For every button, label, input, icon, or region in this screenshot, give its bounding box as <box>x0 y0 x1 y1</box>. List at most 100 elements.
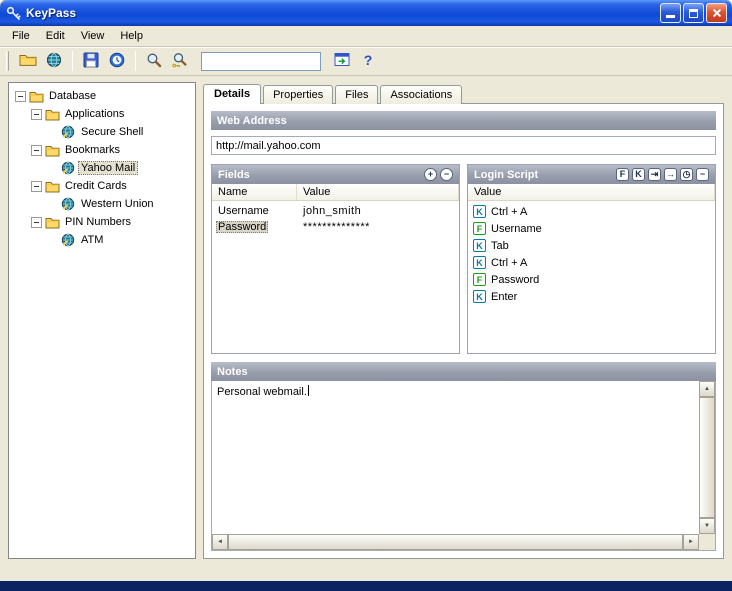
app-window: KeyPass File Edit View Help ? Database Appli… <box>0 0 732 591</box>
field-row[interactable]: Password ************** <box>212 219 459 235</box>
remove-step-button[interactable]: − <box>696 168 709 181</box>
tab-files[interactable]: Files <box>335 85 379 104</box>
column-name[interactable]: Name <box>212 184 297 200</box>
maximize-icon <box>689 8 698 18</box>
column-script-value[interactable]: Value <box>468 184 715 200</box>
field-name: Username <box>212 205 297 217</box>
search-button[interactable] <box>141 49 167 73</box>
tree-expander[interactable] <box>31 108 42 120</box>
script-item[interactable]: K Ctrl + A <box>468 203 715 220</box>
hscroll-thumb[interactable] <box>228 534 683 550</box>
minimize-button[interactable] <box>660 3 681 23</box>
tree-item-label: Applications <box>65 108 125 120</box>
tree-item-atm[interactable]: ATM <box>11 231 193 249</box>
tree-item-database[interactable]: Database <box>11 87 193 105</box>
save-button[interactable] <box>78 49 104 73</box>
notes-vscrollbar[interactable]: ▲ ▼ <box>699 381 715 534</box>
menu-view[interactable]: View <box>73 28 113 44</box>
globe-icon <box>46 52 62 71</box>
fields-rows: Username john_smith Password ************** <box>212 201 459 353</box>
open-folder-button[interactable] <box>15 49 41 73</box>
fields-panel: Fields + − Name Value Username john_smith P… <box>211 164 460 354</box>
tree-expander[interactable] <box>31 180 42 192</box>
script-items: K Ctrl + A F Username K Tab K Ctrl + A F Password… <box>468 201 715 353</box>
tree-expander[interactable] <box>31 144 42 156</box>
tree-item-pin-numbers[interactable]: PIN Numbers <box>11 213 193 231</box>
add-field-button[interactable]: + <box>424 168 437 181</box>
search-icon <box>146 52 162 71</box>
field-row[interactable]: Username john_smith <box>212 203 459 219</box>
tree-expander[interactable] <box>31 216 42 228</box>
scrollbar-corner <box>699 534 715 550</box>
close-button[interactable] <box>706 3 727 23</box>
notes-hscrollbar[interactable]: ◄ ► <box>212 534 699 550</box>
close-icon <box>712 8 722 18</box>
notes-box[interactable]: Personal webmail. ▲ ▼ ◄ ► <box>211 381 716 551</box>
scroll-up-button[interactable]: ▲ <box>699 381 715 397</box>
tree-item-western-union[interactable]: Western Union <box>11 195 193 213</box>
tree-item-label: ATM <box>81 234 104 246</box>
folder-icon <box>29 89 46 103</box>
script-item[interactable]: F Username <box>468 220 715 237</box>
field-value: ************** <box>303 221 370 233</box>
scroll-left-button[interactable]: ◄ <box>212 534 228 550</box>
login-script-title: Login Script <box>474 168 539 181</box>
window-title: KeyPass <box>26 6 77 20</box>
remove-field-button[interactable]: − <box>440 168 453 181</box>
menu-help[interactable]: Help <box>112 28 151 44</box>
tree-item-yahoo-mail[interactable]: Yahoo Mail <box>11 159 193 177</box>
folder-icon <box>45 107 62 121</box>
window-run-button[interactable] <box>329 49 355 73</box>
minimize-icon <box>666 15 675 18</box>
vscroll-thumb[interactable] <box>699 397 715 518</box>
window-run-icon <box>334 52 350 70</box>
web-address-input[interactable] <box>211 136 716 155</box>
insert-tab-button[interactable]: ⇥ <box>648 168 661 181</box>
scroll-down-button[interactable]: ▼ <box>699 518 715 534</box>
clock-button[interactable] <box>104 49 130 73</box>
column-value[interactable]: Value <box>297 184 459 200</box>
notes-text[interactable]: Personal webmail. <box>214 383 697 532</box>
tree-item-applications[interactable]: Applications <box>11 105 193 123</box>
script-item[interactable]: K Tab <box>468 237 715 254</box>
tree-item-secure-shell[interactable]: Secure Shell <box>11 123 193 141</box>
help-button[interactable]: ? <box>355 49 381 73</box>
script-item[interactable]: F Password <box>468 271 715 288</box>
globe-button[interactable] <box>41 49 67 73</box>
save-icon <box>83 52 99 71</box>
tab-bar: Details Properties Files Associations <box>203 82 724 104</box>
tab-details[interactable]: Details <box>203 84 262 104</box>
tree-item-bookmarks[interactable]: Bookmarks <box>11 141 193 159</box>
menu-bar: File Edit View Help <box>0 26 732 46</box>
tree-item-credit-cards[interactable]: Credit Cards <box>11 177 193 195</box>
script-keystroke-icon: K <box>473 290 486 303</box>
script-keystroke-icon: K <box>473 239 486 252</box>
quick-search-input[interactable] <box>201 51 321 71</box>
tree-item-label: Database <box>49 90 97 102</box>
script-keystroke-icon: K <box>473 205 486 218</box>
insert-field-button[interactable]: F <box>616 168 629 181</box>
tree-expander[interactable] <box>15 90 26 102</box>
script-field-icon: F <box>473 273 486 286</box>
text-caret <box>307 385 309 396</box>
search-key-button[interactable] <box>167 49 193 73</box>
menu-file[interactable]: File <box>4 28 38 44</box>
help-icon: ? <box>361 52 375 71</box>
script-item-label: Enter <box>491 290 518 303</box>
title-bar: KeyPass <box>0 0 732 26</box>
insert-arrow-button[interactable]: → <box>664 168 677 181</box>
script-item[interactable]: K Ctrl + A <box>468 254 715 271</box>
login-script-header: Login Script F K ⇥ → ◷ − <box>468 165 715 184</box>
maximize-button[interactable] <box>683 3 704 23</box>
clock-icon <box>109 52 125 71</box>
script-item-label: Username <box>491 222 542 235</box>
scroll-right-button[interactable]: ► <box>683 534 699 550</box>
tab-associations[interactable]: Associations <box>380 85 463 104</box>
insert-keystroke-button[interactable]: K <box>632 168 645 181</box>
tab-properties[interactable]: Properties <box>263 85 334 104</box>
script-item[interactable]: K Enter <box>468 288 715 305</box>
details-panel: Web Address Fields +− Name Value Usernam <box>203 103 724 559</box>
menu-edit[interactable]: Edit <box>38 28 73 44</box>
insert-delay-button[interactable]: ◷ <box>680 168 693 181</box>
fields-title: Fields <box>218 168 250 181</box>
